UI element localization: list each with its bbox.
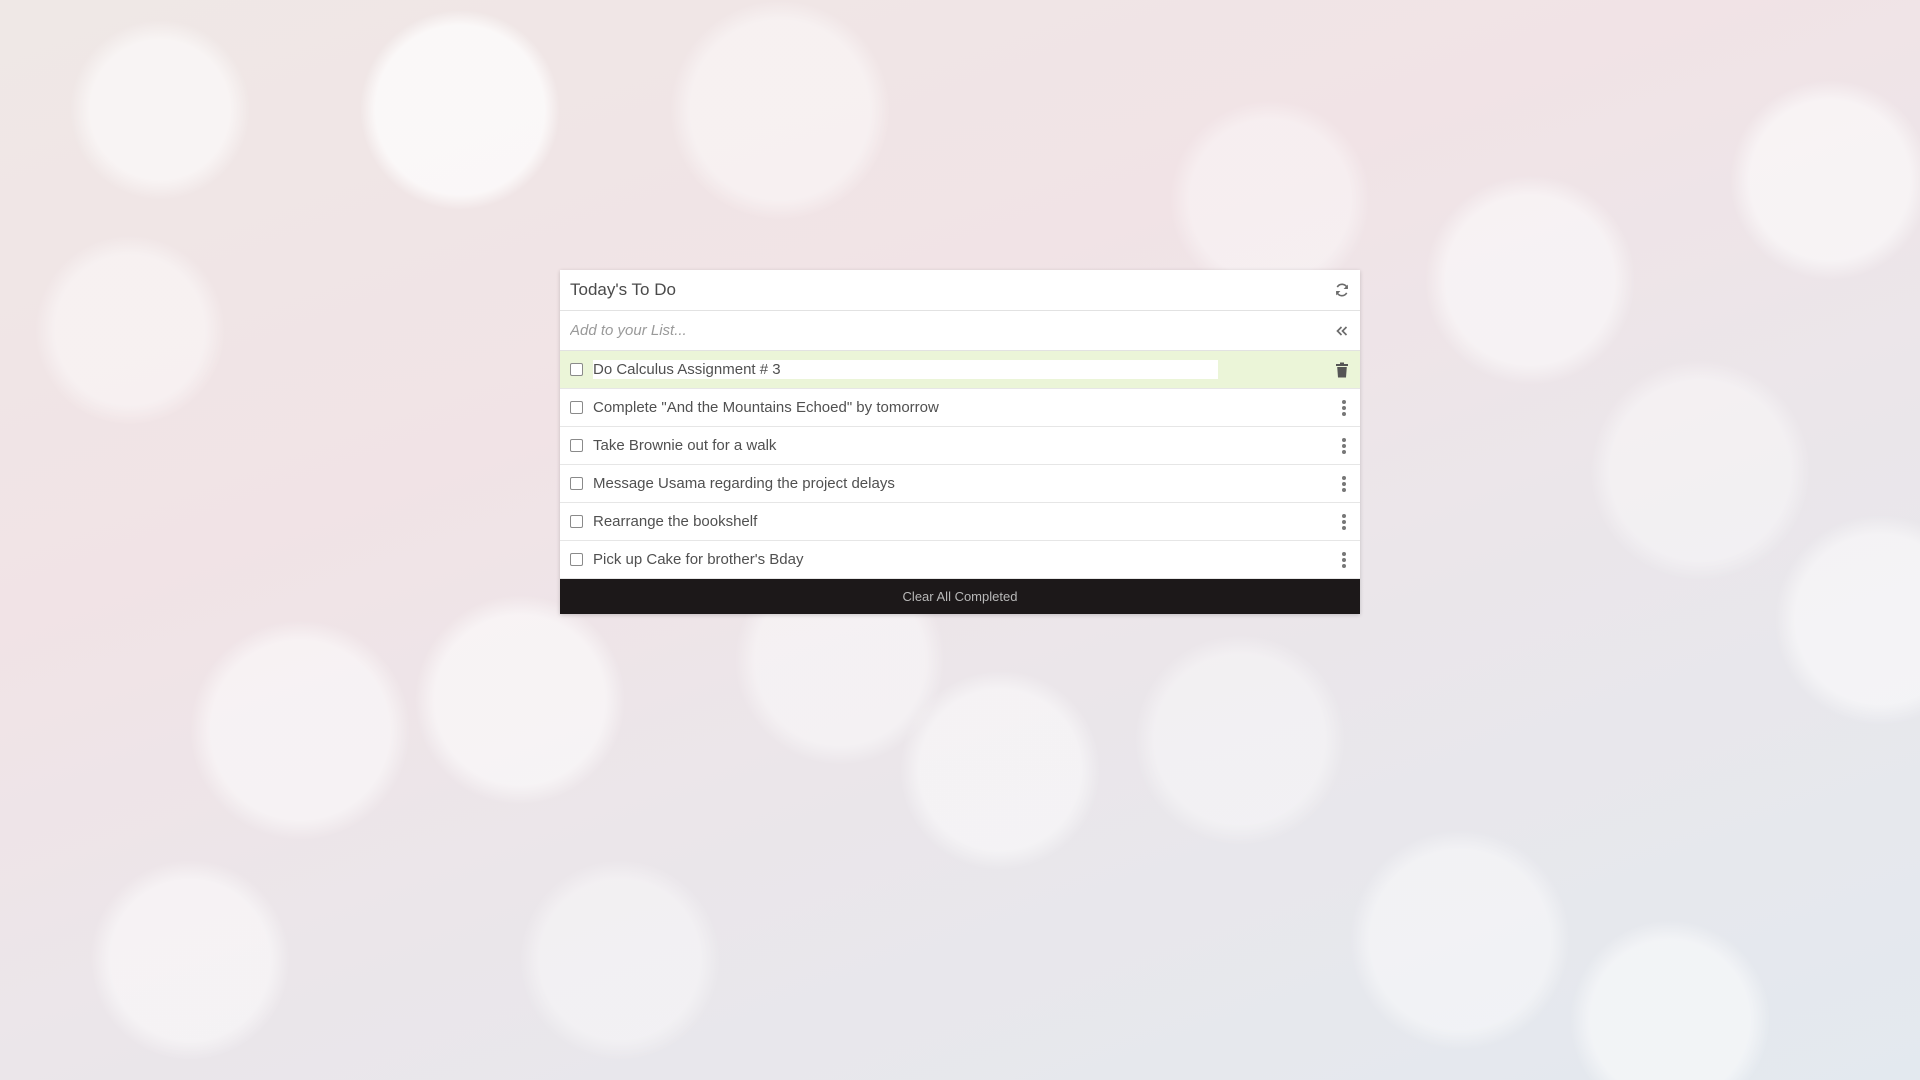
todo-item[interactable]: Complete "And the Mountains Echoed" by t… [560,389,1360,427]
todo-item-text[interactable]: Complete "And the Mountains Echoed" by t… [593,399,939,416]
kebab-menu-icon[interactable] [1339,399,1349,417]
double-chevron-left-icon[interactable] [1333,322,1351,340]
kebab-menu-icon[interactable] [1339,437,1349,455]
todo-item-text[interactable]: Do Calculus Assignment # 3 [593,360,1218,379]
todo-checkbox[interactable] [570,477,583,490]
kebab-menu-icon[interactable] [1339,475,1349,493]
todo-card: Today's To Do Do Calculus Assignment # 3 [560,270,1360,614]
page-title: Today's To Do [570,280,676,299]
add-item-row [560,311,1360,351]
add-item-input[interactable] [570,322,1333,339]
refresh-icon[interactable] [1333,281,1351,299]
kebab-menu-icon[interactable] [1339,551,1349,569]
todo-checkbox[interactable] [570,515,583,528]
todo-item-text[interactable]: Rearrange the bookshelf [593,513,757,530]
todo-item[interactable]: Do Calculus Assignment # 3 [560,351,1360,389]
todo-item[interactable]: Rearrange the bookshelf [560,503,1360,541]
kebab-menu-icon[interactable] [1339,513,1349,531]
trash-icon[interactable] [1335,362,1349,378]
todo-item[interactable]: Message Usama regarding the project dela… [560,465,1360,503]
todo-checkbox[interactable] [570,439,583,452]
todo-item-text[interactable]: Take Brownie out for a walk [593,437,776,454]
todo-header: Today's To Do [560,270,1360,311]
clear-all-completed-button[interactable]: Clear All Completed [560,579,1360,614]
todo-checkbox[interactable] [570,401,583,414]
todo-checkbox[interactable] [570,553,583,566]
todo-item-text[interactable]: Pick up Cake for brother's Bday [593,551,803,568]
todo-item[interactable]: Pick up Cake for brother's Bday [560,541,1360,579]
todo-checkbox[interactable] [570,363,583,376]
todo-item-text[interactable]: Message Usama regarding the project dela… [593,475,895,492]
todo-item[interactable]: Take Brownie out for a walk [560,427,1360,465]
